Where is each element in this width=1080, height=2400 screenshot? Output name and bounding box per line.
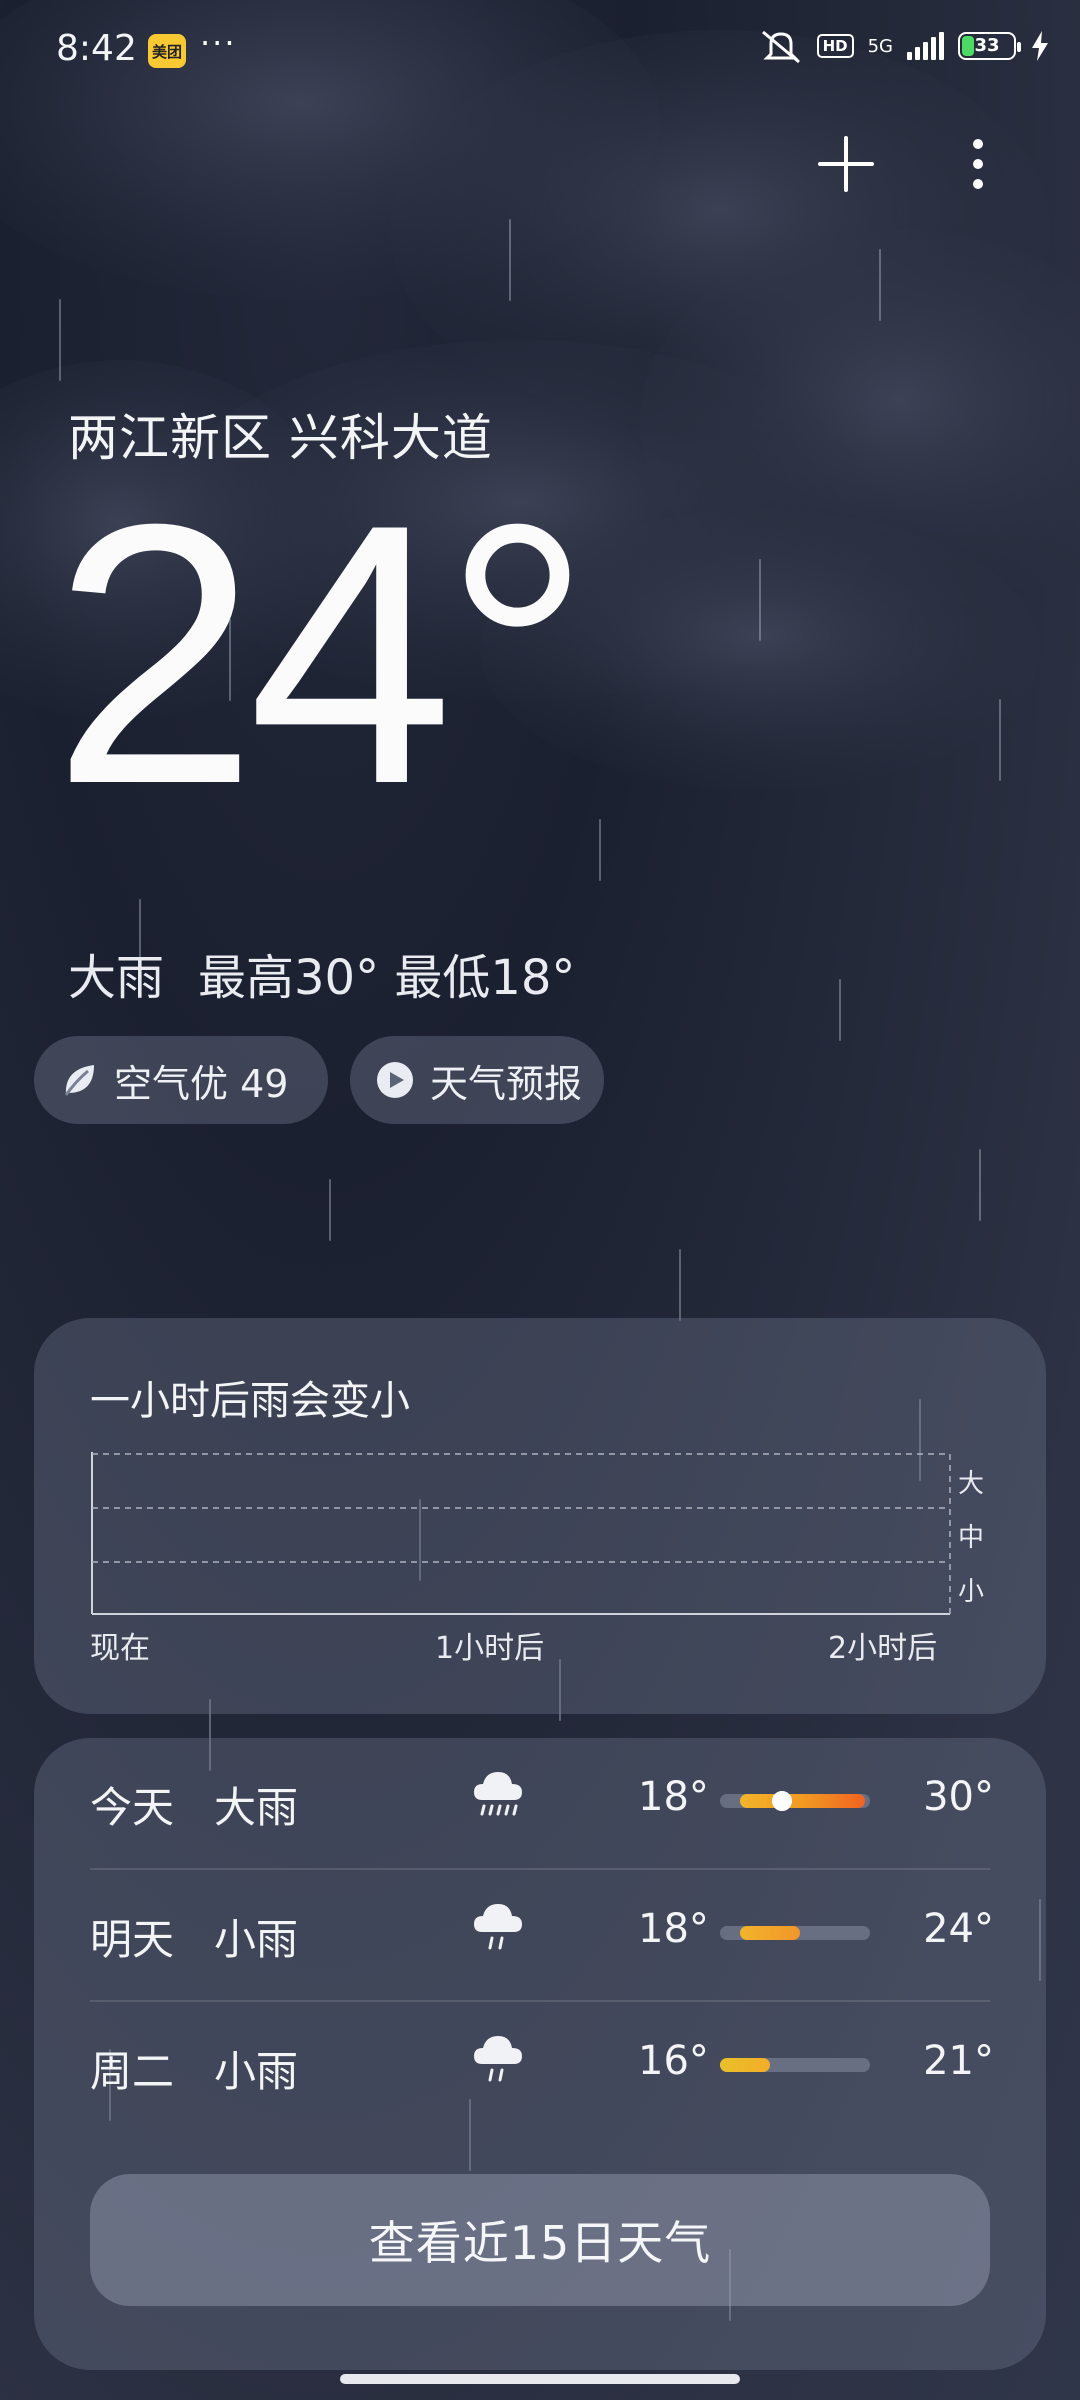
time-now: 现在 <box>90 1631 150 1666</box>
low-temp: 16° <box>638 2038 709 2084</box>
level-heavy: 大 <box>958 1469 984 1499</box>
low-temp: 18° <box>638 1906 709 1952</box>
hd-voice-icon: HD <box>816 34 854 58</box>
day-label: 今天 <box>90 1783 175 1832</box>
high-low-temperature: 最高30° 最低18° <box>198 950 576 1006</box>
view-15-day-button[interactable]: 查看近15日天气 <box>90 2174 990 2306</box>
forecast-row-today[interactable]: 今天 大雨 18° 30° <box>90 1738 994 1868</box>
low-temp: 18° <box>638 1774 709 1820</box>
weather-label: 小雨 <box>214 1915 299 1964</box>
current-temperature: 24° <box>52 448 592 861</box>
light-rain-icon <box>474 1904 522 1950</box>
current-condition: 大雨 <box>68 950 165 1006</box>
signal-strength-icon <box>907 32 944 60</box>
rain-forecast-card[interactable]: 一小时后雨会变小 大 中 小 现在 1小时后 2小时后 <box>34 1318 1046 1714</box>
temp-range-fill <box>740 1794 865 1808</box>
battery-icon: 33 <box>958 32 1021 60</box>
rain-summary: 一小时后雨会变小 <box>90 1378 410 1424</box>
precipitation-chart: 大 中 小 现在 1小时后 2小时后 <box>90 1452 984 1666</box>
day-label: 周二 <box>90 2047 175 2096</box>
time-2h: 2小时后 <box>828 1631 937 1666</box>
heavy-rain-icon <box>474 1772 522 1816</box>
weather-label: 小雨 <box>214 2047 299 2096</box>
day-label: 明天 <box>90 1915 175 1964</box>
status-bar: 8:42 美团 ··· HD 5G 33 <box>0 0 1080 100</box>
air-quality-chip[interactable]: 空气优 49 <box>34 1036 328 1124</box>
forecast-row-tomorrow[interactable]: 明天 小雨 18° 24° <box>90 1870 994 2000</box>
air-quality-label: 空气优 49 <box>114 1061 289 1106</box>
add-city-icon[interactable] <box>814 132 878 196</box>
daily-forecast-card: 今天 大雨 18° 30° 明天 小雨 18° 24° 周二 小雨 16° 21… <box>34 1738 1046 2370</box>
temp-range-bar <box>720 1791 870 1811</box>
battery-level: 33 <box>974 35 1000 56</box>
play-icon <box>377 1062 413 1098</box>
charging-icon <box>1032 31 1048 61</box>
high-temp: 21° <box>923 2038 994 2084</box>
high-temp: 30° <box>923 1774 994 1820</box>
weather-label: 大雨 <box>214 1783 299 1832</box>
forecast-video-label: 天气预报 <box>430 1061 583 1106</box>
network-type: 5G <box>867 35 893 57</box>
light-rain-icon <box>474 2036 522 2082</box>
forecast-video-chip[interactable]: 天气预报 <box>350 1036 604 1124</box>
status-time: 8:42 <box>56 28 137 69</box>
silent-mode-icon <box>761 30 800 64</box>
more-options-icon[interactable] <box>958 132 998 196</box>
more-notifications-icon: ··· <box>200 24 237 62</box>
temp-range-bar <box>720 1926 870 1940</box>
temp-range-fill <box>720 2058 770 2072</box>
temp-range-fill <box>740 1926 800 1940</box>
meituan-badge-icon: 美团 <box>148 34 186 68</box>
forecast-row-tuesday[interactable]: 周二 小雨 16° 21° <box>90 2002 994 2132</box>
condition-line: 大雨 最高30° 最低18° <box>68 938 575 1008</box>
current-temp-marker <box>772 1791 792 1811</box>
level-medium: 中 <box>958 1523 984 1553</box>
time-1h: 1小时后 <box>435 1631 544 1666</box>
home-indicator[interactable] <box>340 2374 740 2384</box>
leaf-icon <box>64 1065 94 1096</box>
level-light: 小 <box>958 1577 984 1607</box>
high-temp: 24° <box>923 1906 994 1952</box>
temp-range-bar <box>720 2058 870 2072</box>
